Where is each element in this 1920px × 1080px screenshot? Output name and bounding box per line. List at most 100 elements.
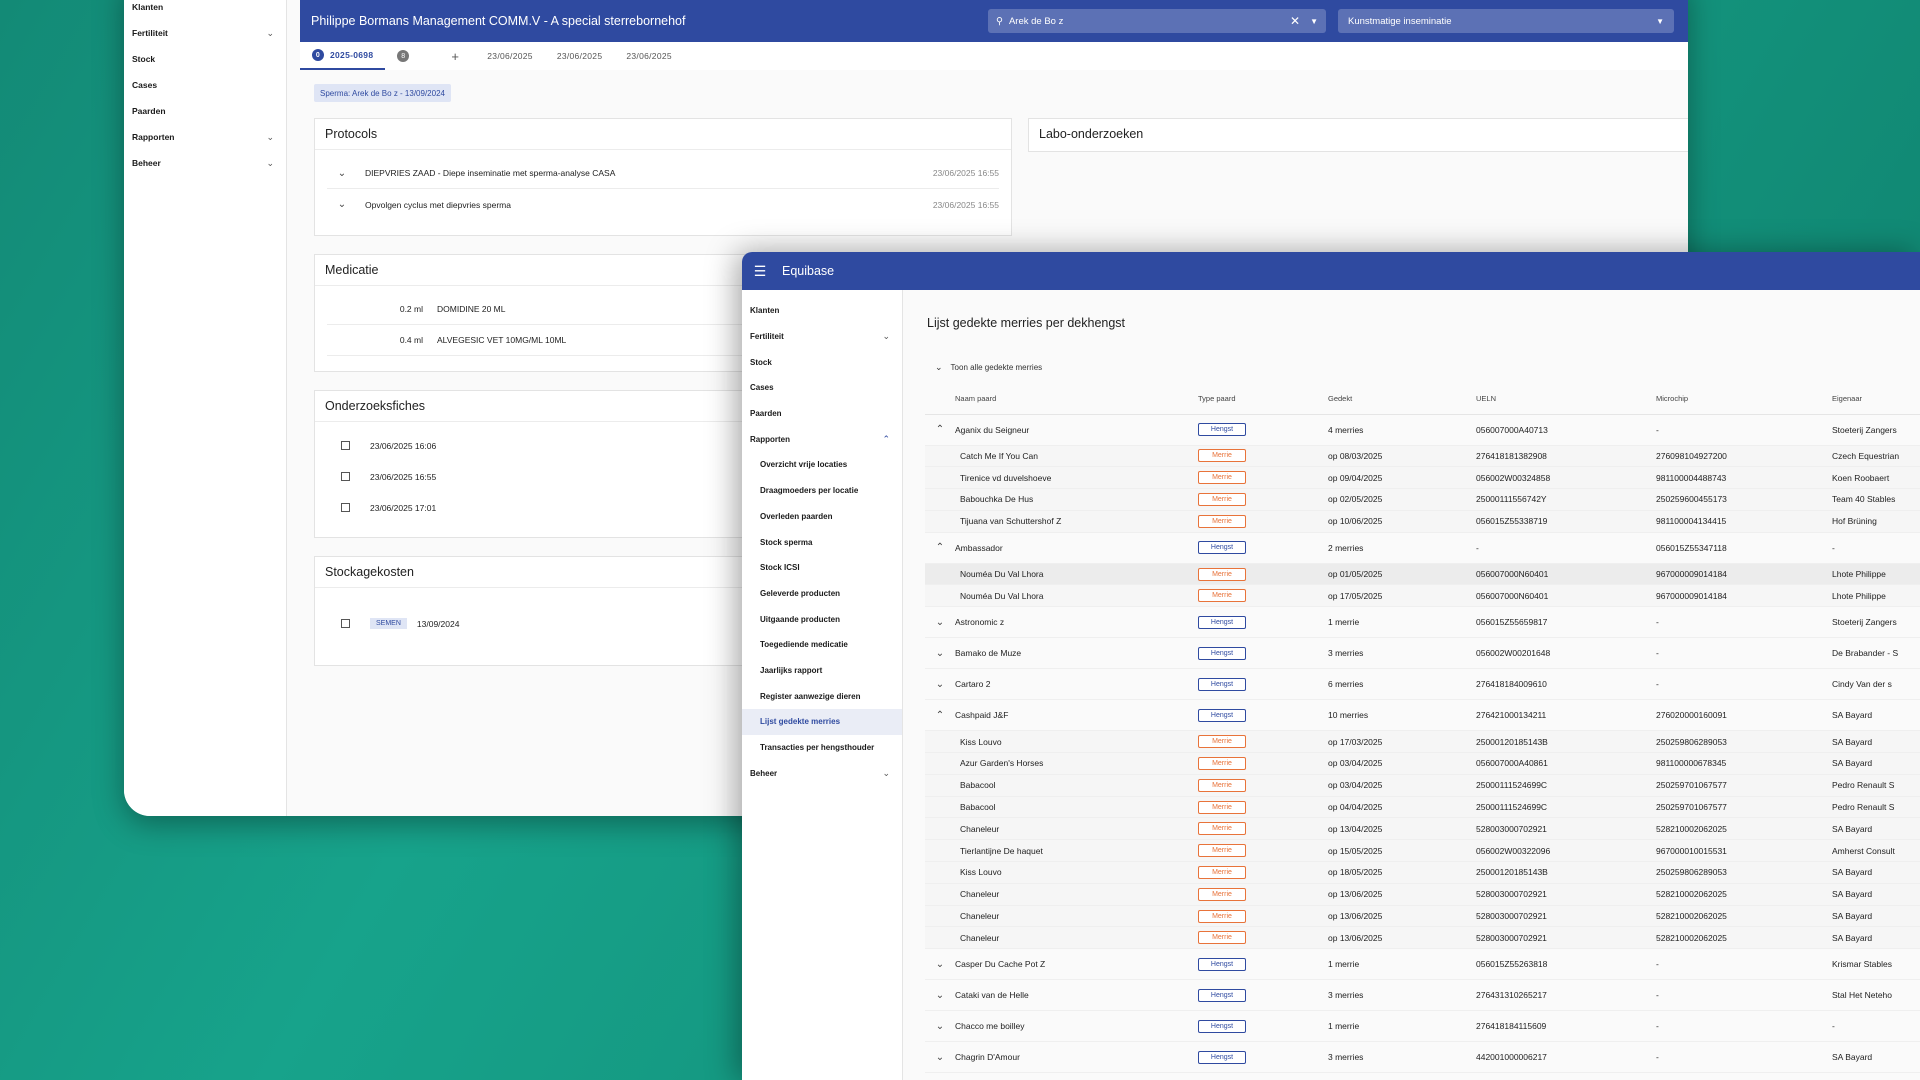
sidebar-item-rapporten[interactable]: Rapporten ⌃ bbox=[742, 426, 902, 452]
chevron-down-icon[interactable]: ⌄ bbox=[925, 637, 955, 670]
tab-0[interactable]: 0 2025-0698 bbox=[300, 42, 386, 70]
toggle-all-button[interactable]: ⌄ Toon alle gedekte merries bbox=[935, 362, 1042, 373]
checkbox[interactable] bbox=[341, 619, 350, 628]
checkbox[interactable] bbox=[341, 441, 350, 450]
horse-type-cell: Merrie bbox=[1198, 488, 1328, 511]
tab-1[interactable]: 8 bbox=[385, 42, 421, 70]
sidebar-item-klanten[interactable]: Klanten bbox=[742, 298, 902, 324]
stallion-row[interactable]: ⌃ Cashpaid J&F Hengst 10 merries 27642100013… bbox=[925, 699, 1920, 732]
sidebar-item-paarden[interactable]: Paarden bbox=[124, 98, 286, 124]
stallion-row[interactable]: ⌃ Aganix du Seigneur Hengst 4 merries 056007… bbox=[925, 414, 1920, 446]
chevron-up-icon[interactable]: ⌃ bbox=[925, 414, 955, 446]
horse-search-input[interactable]: ⚲ Arek de Bo z ✕ ▼ bbox=[988, 9, 1326, 33]
sidebar-subitem-overleden-paarden[interactable]: Overleden paarden bbox=[742, 504, 902, 530]
stallion-row[interactable]: ⌄ Bamako de Muze Hengst 3 merries 056002W002… bbox=[925, 637, 1920, 670]
mare-row[interactable]: Kiss Louvo Merrie op 17/03/2025 25000120185… bbox=[925, 730, 1920, 754]
stallion-badge: Hengst bbox=[1198, 646, 1246, 660]
sidebar-item-klanten[interactable]: Klanten bbox=[124, 0, 286, 20]
chevron-down-icon[interactable]: ⌄ bbox=[925, 979, 955, 1012]
mare-row[interactable]: Kiss Louvo Merrie op 18/05/2025 25000120185… bbox=[925, 861, 1920, 884]
horse-type-cell: Merrie bbox=[1198, 445, 1328, 468]
mare-row[interactable]: Nouméa Du Val Lhora Merrie op 17/05/2025 05… bbox=[925, 584, 1920, 608]
mare-row[interactable]: Chaneleur Merrie op 13/04/2025 528003000702… bbox=[925, 817, 1920, 841]
checkbox[interactable] bbox=[341, 472, 350, 481]
mare-row[interactable]: Tierlantijne De haquet Merrie op 15/05/202… bbox=[925, 839, 1920, 863]
stallion-row[interactable]: ⌄ Cataki van de Helle Hengst 3 merries 27643… bbox=[925, 979, 1920, 1012]
chevron-down-icon[interactable]: ▼ bbox=[1310, 17, 1318, 26]
mare-row[interactable]: Chaneleur Merrie op 13/06/2025 528003000702… bbox=[925, 926, 1920, 950]
protocol-row[interactable]: ⌄ DIEPVRIES ZAAD - Diepe inseminatie met … bbox=[327, 158, 999, 189]
stallion-row[interactable]: ⌄ Astronomic z Hengst 1 merrie 056015Z556598… bbox=[925, 606, 1920, 639]
tab-5[interactable]: 23/06/2025 bbox=[614, 42, 684, 70]
stallion-row[interactable]: ⌃ Ambassador Hengst 2 merries -056015Z553471… bbox=[925, 532, 1920, 564]
covered-cell: op 13/04/2025 bbox=[1328, 817, 1476, 841]
protocol-row[interactable]: ⌄ Opvolgen cyclus met diepvries sperma 23/… bbox=[327, 189, 999, 220]
chevron-down-icon[interactable]: ⌄ bbox=[327, 199, 357, 210]
sidebar-subitem-stock-sperma[interactable]: Stock sperma bbox=[742, 529, 902, 555]
tab-4[interactable]: 23/06/2025 bbox=[545, 42, 615, 70]
stallion-badge: Hengst bbox=[1198, 615, 1246, 629]
sidebar-item-stock[interactable]: Stock bbox=[742, 349, 902, 375]
tab-label: 23/06/2025 bbox=[556, 51, 603, 61]
stallion-row[interactable]: ⌄ Cartaro 2 Hengst 6 merries 276418184009610… bbox=[925, 668, 1920, 701]
sidebar-subitem-draagmoeders-per-locatie[interactable]: Draagmoeders per locatie bbox=[742, 478, 902, 504]
mare-badge: Merrie bbox=[1198, 514, 1246, 528]
sidebar-subitem-lijst-gedekte-merries[interactable]: Lijst gedekte merries bbox=[742, 709, 902, 735]
stallion-row[interactable]: ⌄ Casper Du Cache Pot Z Hengst 1 merrie 0560… bbox=[925, 948, 1920, 981]
mare-row[interactable]: Tirenice vd duvelshoeve Merrie op 09/04/20… bbox=[925, 466, 1920, 490]
sidebar-subitem-uitgaande-producten[interactable]: Uitgaande producten bbox=[742, 606, 902, 632]
mare-badge: Merrie bbox=[1198, 492, 1246, 506]
procedure-select[interactable]: Kunstmatige inseminatie ▼ bbox=[1338, 9, 1674, 33]
menu-icon[interactable]: ☰ bbox=[744, 263, 776, 280]
chevron-down-icon[interactable]: ⌄ bbox=[925, 606, 955, 639]
stallion-row[interactable]: ⌄ Chacco me boilley Hengst 1 merrie 27641818… bbox=[925, 1010, 1920, 1043]
covered-cell: 3 merries bbox=[1328, 979, 1476, 1012]
chevron-up-icon[interactable]: ⌃ bbox=[925, 699, 955, 732]
mare-row[interactable]: Chaneleur Merrie op 13/06/2025 528003000702… bbox=[925, 905, 1920, 928]
sidebar-item-beheer[interactable]: Beheer ⌄ bbox=[742, 760, 902, 786]
mare-row[interactable]: Chaneleur Merrie op 13/06/2025 528003000702… bbox=[925, 883, 1920, 906]
sidebar-item-rapporten[interactable]: Rapporten ⌄ bbox=[124, 124, 286, 150]
exam-timestamp: 23/06/2025 16:06 bbox=[370, 440, 437, 451]
chevron-down-icon[interactable]: ⌄ bbox=[925, 948, 955, 981]
mare-row[interactable]: Babacool Merrie op 04/04/2025 2500011152469… bbox=[925, 796, 1920, 819]
sidebar-subitem-transacties-per-hengsthouder[interactable]: Transacties per hengsthouder bbox=[742, 735, 902, 761]
sidebar-item-cases[interactable]: Cases bbox=[742, 375, 902, 401]
mare-row[interactable]: Tijuana van Schuttershof Z Merrie op 10/06… bbox=[925, 510, 1920, 533]
stallion-row[interactable]: ⌄ Chagrin D'Amour Hengst 3 merries 442001000… bbox=[925, 1041, 1920, 1074]
sidebar-item-cases[interactable]: Cases bbox=[124, 72, 286, 98]
sidebar-subitem-toegediende-medicatie[interactable]: Toegediende medicatie bbox=[742, 632, 902, 658]
chevron-up-icon[interactable]: ⌃ bbox=[925, 532, 955, 564]
ueln-cell: - bbox=[1476, 532, 1656, 564]
chevron-down-icon[interactable]: ⌄ bbox=[925, 668, 955, 701]
mare-row[interactable]: Catch Me If You Can Merrie op 08/03/2025 27… bbox=[925, 445, 1920, 468]
sidebar-item-stock[interactable]: Stock bbox=[124, 46, 286, 72]
sidebar-subitem-register-aanwezige-dieren[interactable]: Register aanwezige dieren bbox=[742, 683, 902, 709]
sidebar-item-fertiliteit[interactable]: Fertiliteit ⌄ bbox=[124, 20, 286, 46]
microchip-cell: 276020000160091 bbox=[1656, 699, 1832, 732]
sidebar-item-paarden[interactable]: Paarden bbox=[742, 401, 902, 427]
horse-name: Chagrin D'Amour bbox=[955, 1041, 1198, 1074]
sidebar-item-beheer[interactable]: Beheer ⌄ bbox=[124, 150, 286, 176]
mare-row[interactable]: Azur Garden's Horses Merrie op 03/04/2025 0… bbox=[925, 752, 1920, 775]
tab-2[interactable]: + bbox=[421, 42, 475, 70]
sidebar-subitem-overzicht-vrije-locaties[interactable]: Overzicht vrije locaties bbox=[742, 452, 902, 478]
chevron-down-icon[interactable]: ⌄ bbox=[925, 1010, 955, 1043]
chevron-down-icon[interactable]: ⌄ bbox=[925, 1041, 955, 1074]
owner-cell: Stoeterij Zangers bbox=[1832, 414, 1920, 446]
sidebar-subitem-jaarlijks-rapport[interactable]: Jaarlijks rapport bbox=[742, 658, 902, 684]
row-spacer bbox=[925, 445, 955, 468]
checkbox[interactable] bbox=[341, 503, 350, 512]
mare-row[interactable]: Babouchka De Hus Merrie op 02/05/2025 25000… bbox=[925, 488, 1920, 511]
protocol-timestamp: 23/06/2025 16:55 bbox=[932, 168, 999, 178]
tab-3[interactable]: 23/06/2025 bbox=[475, 42, 545, 70]
clear-icon[interactable]: ✕ bbox=[1290, 14, 1300, 28]
sidebar-subitem-geleverde-producten[interactable]: Geleverde producten bbox=[742, 581, 902, 607]
mare-row[interactable]: Babacool Merrie op 03/04/2025 2500011152469… bbox=[925, 774, 1920, 797]
sperma-chip[interactable]: Sperma: Arek de Bo z - 13/09/2024 bbox=[314, 84, 451, 102]
sidebar-item-fertiliteit[interactable]: Fertiliteit ⌄ bbox=[742, 324, 902, 350]
sidebar-subitem-stock-icsi[interactable]: Stock ICSI bbox=[742, 555, 902, 581]
front-sidebar: Klanten Fertiliteit ⌄ Stock Cases Paarden Rapp… bbox=[742, 290, 903, 1080]
mare-row[interactable]: Nouméa Du Val Lhora Merrie op 01/05/2025 05… bbox=[925, 563, 1920, 586]
chevron-down-icon[interactable]: ⌄ bbox=[327, 168, 357, 179]
